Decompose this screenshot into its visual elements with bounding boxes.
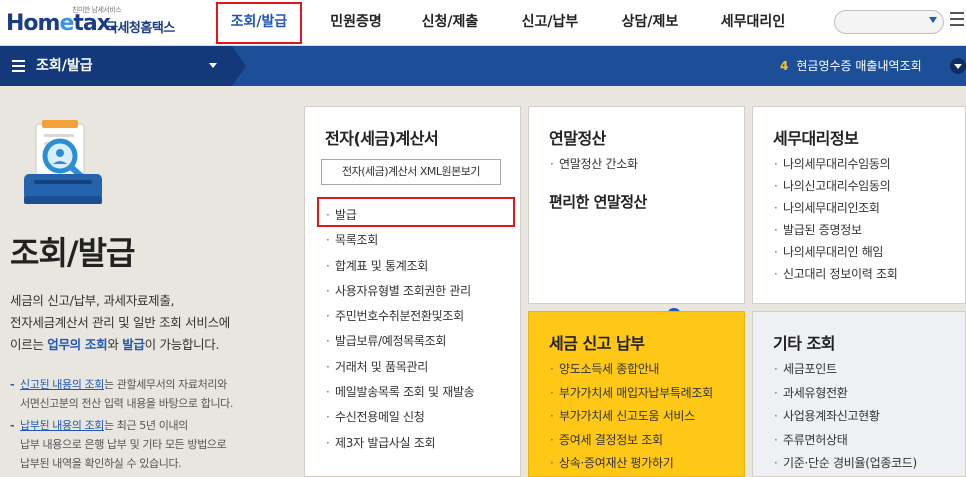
menu-item-vat-buyer-payment[interactable]: 부가가치세 매입자납부특례조회 [549, 382, 713, 406]
nav-item-apply-submit[interactable]: 신청/제출 [414, 0, 486, 46]
yearend-menu-list: 연말정산 간소화 [549, 153, 638, 175]
menu-item-yearend-simplified[interactable]: 연말정산 간소화 [549, 153, 638, 175]
card-tax-filing-payment: 세금 신고 납부 양도소득세 종합안내 부가가치세 매입자납부특례조회 부가가치… [528, 311, 745, 477]
menu-item-my-agent[interactable]: 나의세무대리인조회 [773, 197, 897, 219]
nav-item-consult-report[interactable]: 상담/제보 [614, 0, 686, 46]
card-title: 연말정산 [549, 129, 606, 148]
notice-dropdown-icon[interactable] [950, 58, 966, 74]
card-title: 기타 조회 [773, 334, 835, 353]
section-title: 조회/발급 [36, 58, 93, 74]
menu-item-dismiss-agent[interactable]: 나의세무대리인 해임 [773, 241, 897, 263]
menu-item-liquor-license[interactable]: 주류면허상태 [773, 429, 917, 453]
menu-item-receive-mail[interactable]: 수신전용메일 신청 [325, 405, 495, 431]
menu-item-pending-list[interactable]: 발급보류/예정목록조회 [325, 329, 681, 355]
menu-item-tax-type-change[interactable]: 과세유형전환 [773, 382, 917, 406]
menu-item-user-permission[interactable]: 사용자유형별 조회권한 관리 [325, 279, 681, 304]
card-title: 전자(세금)계산서 [325, 129, 439, 148]
top-header: 친미한 남세서비스 Hometax. 국세청홈택스 조회/발급 민원증명 신청/… [0, 0, 966, 46]
menu-item-tax-points[interactable]: 세금포인트 [773, 358, 917, 382]
taxfiling-menu-list: 양도소득세 종합안내 부가가치세 매입자납부특례조회 부가가치세 신고도움 서비… [549, 358, 713, 476]
agent-menu-list: 나의세무대리수임동의 나의신고대리수임동의 나의세무대리인조회 발급된 증명정보… [773, 153, 898, 285]
hometax-logo[interactable]: 친미한 남세서비스 Hometax. 국세청홈택스 [6, 4, 196, 42]
nav-item-report-pay[interactable]: 신고/납부 [514, 0, 586, 46]
section-selector[interactable]: 조회/발급 [0, 46, 246, 86]
logo-korean-name: 국세청홈택스 [106, 21, 175, 36]
search-document-illustration-icon [24, 120, 102, 204]
menu-item-capital-gains[interactable]: 양도소득세 종합안내 [549, 358, 713, 382]
note-item: 신고된 내용의 조회는 관할세무서의 자료처리와 서면신고분의 전산 입력 내용… [10, 375, 294, 413]
menu-item-summary-stats[interactable]: 합계표 및 통계조회 [325, 254, 681, 279]
menu-item-partner-item-mgmt[interactable]: 거래처 및 품목관리 [325, 355, 681, 380]
card-yearend-settlement: 연말정산 연말정산 간소화 편리한 연말정산 [528, 106, 745, 304]
intro-panel: 조회/발급 세금의 신고/납부, 과세자료제출, 전자세금계산서 관리 및 일반… [0, 86, 296, 477]
menu-icon[interactable] [950, 12, 964, 32]
other-menu-list: 세금포인트 과세유형전환 사업용계좌신고현황 주류면허상태 기준·단순 경비율(… [773, 358, 917, 476]
menu-item-list-inquiry[interactable]: 목록조회 [325, 228, 681, 254]
menu-item-agent-history[interactable]: 신고대리 정보이력 조회 [773, 263, 898, 285]
menu-item-inheritance-valuation[interactable]: 상속·증여재산 평가하기 [549, 452, 713, 476]
logo-brand: Hometax. [6, 11, 118, 36]
menu-item-agent-consent[interactable]: 나의세무대리수임동의 [773, 153, 897, 175]
menu-item-gift-tax[interactable]: 증여세 결정정보 조회 [549, 429, 713, 453]
convenient-yearend-link[interactable]: 편리한 연말정산 [549, 191, 647, 212]
card-title: 세금 신고 납부 [549, 334, 645, 353]
chevron-down-icon[interactable] [209, 63, 217, 68]
notice-number: 4 [780, 59, 789, 73]
xml-original-view-button[interactable]: 전자(세금)계산서 XML원본보기 [321, 159, 501, 185]
chevron-down-icon[interactable] [929, 17, 937, 23]
nav-item-tax-agent[interactable]: 세무대리인 [714, 0, 792, 46]
menu-item-third-party[interactable]: 제3자 발급사실 조회 [325, 431, 495, 457]
card-einvoice: 전자(세금)계산서 전자(세금)계산서 XML원본보기 발급 목록조회 합계표 … [304, 106, 681, 477]
card-title: 세무대리정보 [773, 129, 859, 148]
nav-item-certificates[interactable]: 민원증명 [324, 0, 388, 46]
note-item: 납부된 내용의 조회는 최근 5년 이내의 납부 내용으로 은행 납부 및 기타… [10, 416, 294, 473]
menu-item-expense-rate[interactable]: 기준·단순 경비율(업종코드) [773, 452, 917, 476]
hamburger-icon[interactable] [12, 60, 25, 72]
card-other-inquiry: 기타 조회 세금포인트 과세유형전환 사업용계좌신고현황 주류면허상태 기준·단… [752, 311, 966, 477]
intro-description: 세금의 신고/납부, 과세자료제출, 전자세금계산서 관리 및 일반 조회 서비… [10, 293, 230, 352]
notice-ticker[interactable]: 4 현금영수증 매출내역조회 [780, 46, 922, 86]
search-input[interactable] [834, 10, 944, 34]
menu-item-vat-help[interactable]: 부가가치세 신고도움 서비스 [549, 405, 713, 429]
nav-item-inquiry-issue[interactable]: 조회/발급 [222, 0, 296, 46]
menu-item-filing-agent-consent[interactable]: 나의신고대리수임동의 [773, 175, 897, 197]
einvoice-menu-list: 발급 목록조회 합계표 및 통계조회 사용자유형별 조회권한 관리 주민번호수취… [325, 203, 681, 457]
menu-item-mail-resend[interactable]: 메일발송목록 조회 및 재발송 [325, 380, 495, 406]
sub-navigation-bar: 조회/발급 4 현금영수증 매출내역조회 [0, 46, 966, 86]
menu-item-rrn-conversion[interactable]: 주민번호수취분전환및조회 [325, 304, 681, 330]
intro-notes: 신고된 내용의 조회는 관할세무서의 자료처리와 서면신고분의 전산 입력 내용… [10, 375, 294, 476]
menu-item-issued-certificates[interactable]: 발급된 증명정보 [773, 219, 897, 241]
menu-item-issue[interactable]: 발급 [325, 203, 681, 229]
menu-item-business-account[interactable]: 사업용계좌신고현황 [773, 405, 917, 429]
page-title: 조회/발급 [10, 234, 135, 272]
notice-text: 현금영수증 매출내역조회 [796, 59, 922, 73]
card-tax-agent-info: 세무대리정보 나의세무대리수임동의 나의신고대리수임동의 나의세무대리인조회 발… [752, 106, 966, 304]
